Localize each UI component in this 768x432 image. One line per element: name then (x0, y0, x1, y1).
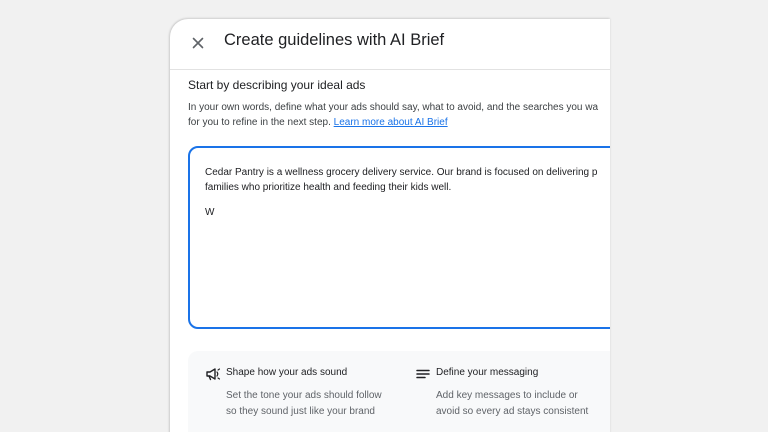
lines-icon (416, 369, 430, 379)
tip-body-line-2: so they sound just like your brand (226, 406, 375, 417)
description-line-1: In your own words, define what your ads … (188, 102, 599, 113)
tip-body-line-1: Add key messages to include or (436, 390, 578, 401)
brief-text-line-1: Cedar Pantry is a wellness grocery deliv… (205, 167, 598, 178)
dialog-header: Create guidelines with AI Brief (170, 19, 610, 70)
tip-body: Add key messages to include or avoid so … (436, 388, 588, 420)
description-line-2: for you to refine in the next step. Lear… (188, 115, 598, 130)
brief-text-line-2: families who prioritize health and feedi… (205, 182, 452, 193)
brief-text: Cedar Pantry is a wellness grocery deliv… (205, 165, 597, 195)
description-line-2-text: for you to refine in the next step. (188, 117, 331, 128)
backdrop: Create guidelines with AI Brief Start by… (0, 0, 768, 432)
tip-title: Shape how your ads sound (226, 367, 348, 378)
tip-title: Define your messaging (436, 367, 539, 378)
ai-brief-dialog: Create guidelines with AI Brief Start by… (170, 19, 610, 432)
close-icon (192, 37, 204, 49)
tip-body: Set the tone your ads should follow so t… (226, 388, 382, 420)
brief-textarea[interactable]: Cedar Pantry is a wellness grocery deliv… (188, 146, 610, 329)
section-heading: Start by describing your ideal ads (188, 78, 366, 92)
tips-panel: Shape how your ads sound Set the tone yo… (188, 351, 610, 432)
tip-body-line-1: Set the tone your ads should follow (226, 390, 382, 401)
brief-typed-text: W (205, 207, 215, 218)
tip-body-line-2: avoid so every ad stays consistent (436, 406, 589, 417)
close-button[interactable] (188, 33, 208, 53)
megaphone-icon (206, 368, 221, 381)
dialog-title: Create guidelines with AI Brief (224, 31, 445, 49)
learn-more-link[interactable]: Learn more about AI Brief (334, 117, 448, 128)
section-description: In your own words, define what your ads … (188, 100, 598, 130)
